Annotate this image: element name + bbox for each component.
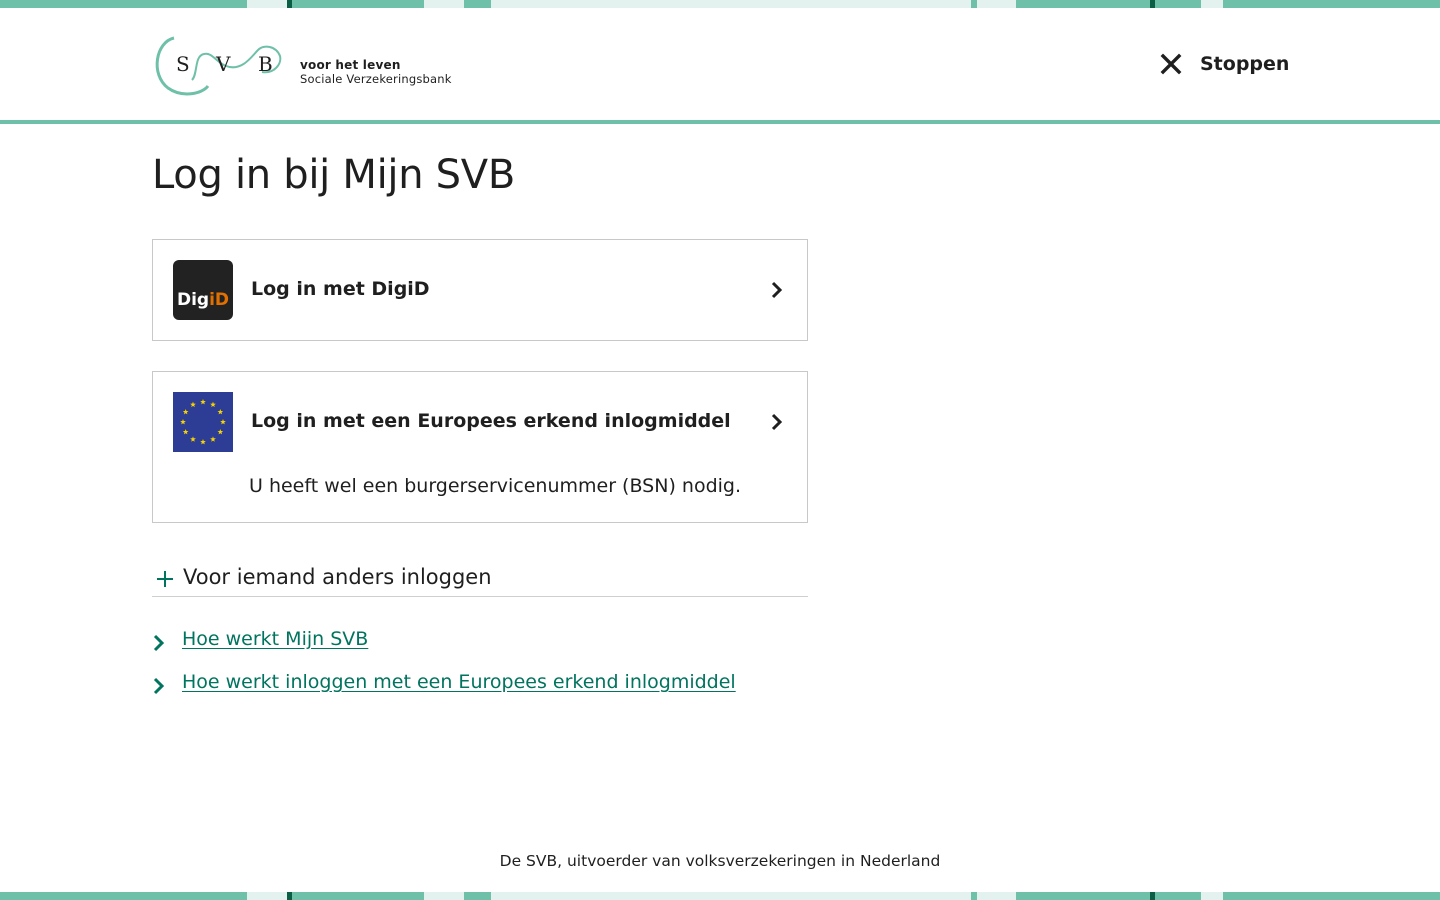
- login-for-someone-else-toggle[interactable]: Voor iemand anders inloggen: [152, 562, 808, 597]
- how-eidas-login-works-link[interactable]: Hoe werkt inloggen met een Europees erke…: [182, 671, 736, 693]
- chevron-right-icon: [153, 634, 165, 652]
- close-icon: [1160, 53, 1182, 75]
- chevron-right-icon: [153, 677, 165, 695]
- chevron-right-icon: [771, 281, 783, 299]
- login-eidas-option[interactable]: Log in met een Europees erkend inlogmidd…: [152, 371, 808, 523]
- site-header: S V B voor het leven Sociale Verzekering…: [0, 8, 1440, 124]
- help-link-item: Hoe werkt Mijn SVB: [152, 628, 736, 671]
- toggle-label: Voor iemand anders inloggen: [183, 565, 492, 589]
- footer-text: De SVB, uitvoerder van volksverzekeringe…: [499, 852, 941, 870]
- stop-label: Stoppen: [1200, 53, 1290, 75]
- stop-button[interactable]: Stoppen: [1158, 48, 1289, 80]
- bsn-requirement-note: U heeft wel een burgerservicenummer (BSN…: [249, 475, 742, 497]
- page-title: Log in bij Mijn SVB: [152, 152, 515, 198]
- plus-icon: [157, 571, 173, 587]
- svg-text:V: V: [215, 52, 231, 76]
- login-eidas-label: Log in met een Europees erkend inlogmidd…: [251, 410, 731, 432]
- login-digid-label: Log in met DigiD: [251, 278, 430, 300]
- login-digid-option[interactable]: Dig iD Log in met DigiD: [152, 239, 808, 341]
- digid-logo: Dig iD: [173, 260, 233, 320]
- chevron-right-icon: [771, 413, 783, 431]
- eu-flag-icon: [173, 392, 233, 452]
- top-decor-stripe: [0, 0, 1440, 8]
- how-mijn-svb-works-link[interactable]: Hoe werkt Mijn SVB: [182, 628, 368, 650]
- help-link-item: Hoe werkt inloggen met een Europees erke…: [152, 671, 736, 714]
- svg-text:S: S: [176, 52, 190, 76]
- tagline-secondary: Sociale Verzekeringsbank: [300, 72, 452, 86]
- svg-text:B: B: [258, 52, 273, 76]
- help-links: Hoe werkt Mijn SVB Hoe werkt inloggen me…: [152, 628, 736, 714]
- tagline-primary: voor het leven: [300, 58, 401, 72]
- bottom-decor-stripe: [0, 892, 1440, 900]
